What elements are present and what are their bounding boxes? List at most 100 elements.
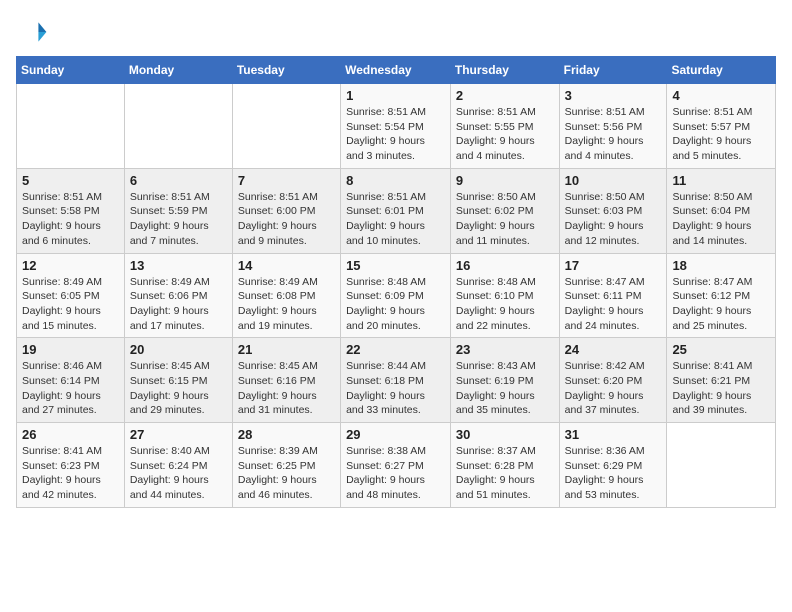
calendar-cell [124,84,232,169]
calendar-cell: 30 Sunrise: 8:37 AM Sunset: 6:28 PM Dayli… [450,423,559,508]
day-info: Sunrise: 8:48 AM Sunset: 6:09 PM Dayligh… [346,275,445,334]
day-info: Sunrise: 8:51 AM Sunset: 5:56 PM Dayligh… [565,105,662,164]
day-number: 28 [238,427,335,442]
calendar-cell: 18 Sunrise: 8:47 AM Sunset: 6:12 PM Dayli… [667,253,776,338]
day-info: Sunrise: 8:47 AM Sunset: 6:12 PM Dayligh… [672,275,770,334]
day-number: 14 [238,258,335,273]
day-number: 16 [456,258,554,273]
calendar-cell: 16 Sunrise: 8:48 AM Sunset: 6:10 PM Dayli… [450,253,559,338]
day-number: 18 [672,258,770,273]
day-info: Sunrise: 8:36 AM Sunset: 6:29 PM Dayligh… [565,444,662,503]
weekday-header: Saturday [667,57,776,84]
day-number: 24 [565,342,662,357]
calendar-cell: 7 Sunrise: 8:51 AM Sunset: 6:00 PM Daylig… [232,168,340,253]
day-number: 22 [346,342,445,357]
day-number: 4 [672,88,770,103]
calendar-week-row: 19 Sunrise: 8:46 AM Sunset: 6:14 PM Dayli… [17,338,776,423]
calendar-cell: 23 Sunrise: 8:43 AM Sunset: 6:19 PM Dayli… [450,338,559,423]
day-info: Sunrise: 8:50 AM Sunset: 6:03 PM Dayligh… [565,190,662,249]
day-info: Sunrise: 8:51 AM Sunset: 5:57 PM Dayligh… [672,105,770,164]
calendar: SundayMondayTuesdayWednesdayThursdayFrid… [16,56,776,508]
day-info: Sunrise: 8:42 AM Sunset: 6:20 PM Dayligh… [565,359,662,418]
day-number: 2 [456,88,554,103]
calendar-cell: 15 Sunrise: 8:48 AM Sunset: 6:09 PM Dayli… [341,253,451,338]
weekday-header: Tuesday [232,57,340,84]
day-info: Sunrise: 8:51 AM Sunset: 5:54 PM Dayligh… [346,105,445,164]
day-number: 26 [22,427,119,442]
day-number: 10 [565,173,662,188]
day-number: 1 [346,88,445,103]
day-number: 5 [22,173,119,188]
day-info: Sunrise: 8:40 AM Sunset: 6:24 PM Dayligh… [130,444,227,503]
day-number: 31 [565,427,662,442]
calendar-cell: 4 Sunrise: 8:51 AM Sunset: 5:57 PM Daylig… [667,84,776,169]
day-number: 8 [346,173,445,188]
day-info: Sunrise: 8:50 AM Sunset: 6:02 PM Dayligh… [456,190,554,249]
calendar-cell: 22 Sunrise: 8:44 AM Sunset: 6:18 PM Dayli… [341,338,451,423]
day-number: 3 [565,88,662,103]
day-info: Sunrise: 8:49 AM Sunset: 6:08 PM Dayligh… [238,275,335,334]
calendar-cell: 17 Sunrise: 8:47 AM Sunset: 6:11 PM Dayli… [559,253,667,338]
day-info: Sunrise: 8:49 AM Sunset: 6:06 PM Dayligh… [130,275,227,334]
weekday-header: Thursday [450,57,559,84]
day-number: 12 [22,258,119,273]
logo-icon [16,16,48,48]
day-number: 17 [565,258,662,273]
weekday-header: Monday [124,57,232,84]
calendar-cell: 25 Sunrise: 8:41 AM Sunset: 6:21 PM Dayli… [667,338,776,423]
calendar-cell [232,84,340,169]
day-info: Sunrise: 8:45 AM Sunset: 6:15 PM Dayligh… [130,359,227,418]
calendar-cell: 8Sunrise: 8:51 AM Sunset: 6:01 PM Daylig… [341,168,451,253]
day-info: Sunrise: 8:51 AM Sunset: 6:00 PM Dayligh… [238,190,335,249]
calendar-cell: 12Sunrise: 8:49 AM Sunset: 6:05 PM Dayli… [17,253,125,338]
day-number: 7 [238,173,335,188]
day-info: Sunrise: 8:44 AM Sunset: 6:18 PM Dayligh… [346,359,445,418]
day-info: Sunrise: 8:51 AM Sunset: 5:59 PM Dayligh… [130,190,227,249]
calendar-cell [667,423,776,508]
day-info: Sunrise: 8:51 AM Sunset: 5:55 PM Dayligh… [456,105,554,164]
day-info: Sunrise: 8:51 AM Sunset: 5:58 PM Dayligh… [22,190,119,249]
day-info: Sunrise: 8:47 AM Sunset: 6:11 PM Dayligh… [565,275,662,334]
day-number: 27 [130,427,227,442]
calendar-header-row: SundayMondayTuesdayWednesdayThursdayFrid… [17,57,776,84]
calendar-cell: 14 Sunrise: 8:49 AM Sunset: 6:08 PM Dayli… [232,253,340,338]
day-info: Sunrise: 8:43 AM Sunset: 6:19 PM Dayligh… [456,359,554,418]
calendar-cell: 19 Sunrise: 8:46 AM Sunset: 6:14 PM Dayli… [17,338,125,423]
day-info: Sunrise: 8:46 AM Sunset: 6:14 PM Dayligh… [22,359,119,418]
logo [16,16,52,48]
day-info: Sunrise: 8:41 AM Sunset: 6:21 PM Dayligh… [672,359,770,418]
day-number: 15 [346,258,445,273]
calendar-cell: 31 Sunrise: 8:36 AM Sunset: 6:29 PM Dayli… [559,423,667,508]
weekday-header: Wednesday [341,57,451,84]
calendar-cell: 29Sunrise: 8:38 AM Sunset: 6:27 PM Dayli… [341,423,451,508]
day-number: 19 [22,342,119,357]
calendar-week-row: 12Sunrise: 8:49 AM Sunset: 6:05 PM Dayli… [17,253,776,338]
calendar-cell: 21 Sunrise: 8:45 AM Sunset: 6:16 PM Dayli… [232,338,340,423]
weekday-header: Friday [559,57,667,84]
day-number: 30 [456,427,554,442]
day-number: 20 [130,342,227,357]
calendar-week-row: 26Sunrise: 8:41 AM Sunset: 6:23 PM Dayli… [17,423,776,508]
day-number: 11 [672,173,770,188]
day-number: 13 [130,258,227,273]
weekday-header: Sunday [17,57,125,84]
day-info: Sunrise: 8:50 AM Sunset: 6:04 PM Dayligh… [672,190,770,249]
day-number: 23 [456,342,554,357]
calendar-cell: 27 Sunrise: 8:40 AM Sunset: 6:24 PM Dayli… [124,423,232,508]
day-info: Sunrise: 8:37 AM Sunset: 6:28 PM Dayligh… [456,444,554,503]
page-header [16,16,776,48]
calendar-cell: 5 Sunrise: 8:51 AM Sunset: 5:58 PM Daylig… [17,168,125,253]
day-info: Sunrise: 8:45 AM Sunset: 6:16 PM Dayligh… [238,359,335,418]
day-info: Sunrise: 8:39 AM Sunset: 6:25 PM Dayligh… [238,444,335,503]
day-info: Sunrise: 8:48 AM Sunset: 6:10 PM Dayligh… [456,275,554,334]
calendar-cell: 24 Sunrise: 8:42 AM Sunset: 6:20 PM Dayli… [559,338,667,423]
calendar-cell: 6 Sunrise: 8:51 AM Sunset: 5:59 PM Daylig… [124,168,232,253]
day-number: 25 [672,342,770,357]
day-info: Sunrise: 8:38 AM Sunset: 6:27 PM Dayligh… [346,444,445,503]
calendar-cell: 28 Sunrise: 8:39 AM Sunset: 6:25 PM Dayli… [232,423,340,508]
day-number: 6 [130,173,227,188]
day-number: 21 [238,342,335,357]
calendar-week-row: 5 Sunrise: 8:51 AM Sunset: 5:58 PM Daylig… [17,168,776,253]
calendar-cell: 10 Sunrise: 8:50 AM Sunset: 6:03 PM Dayli… [559,168,667,253]
calendar-cell: 26Sunrise: 8:41 AM Sunset: 6:23 PM Dayli… [17,423,125,508]
